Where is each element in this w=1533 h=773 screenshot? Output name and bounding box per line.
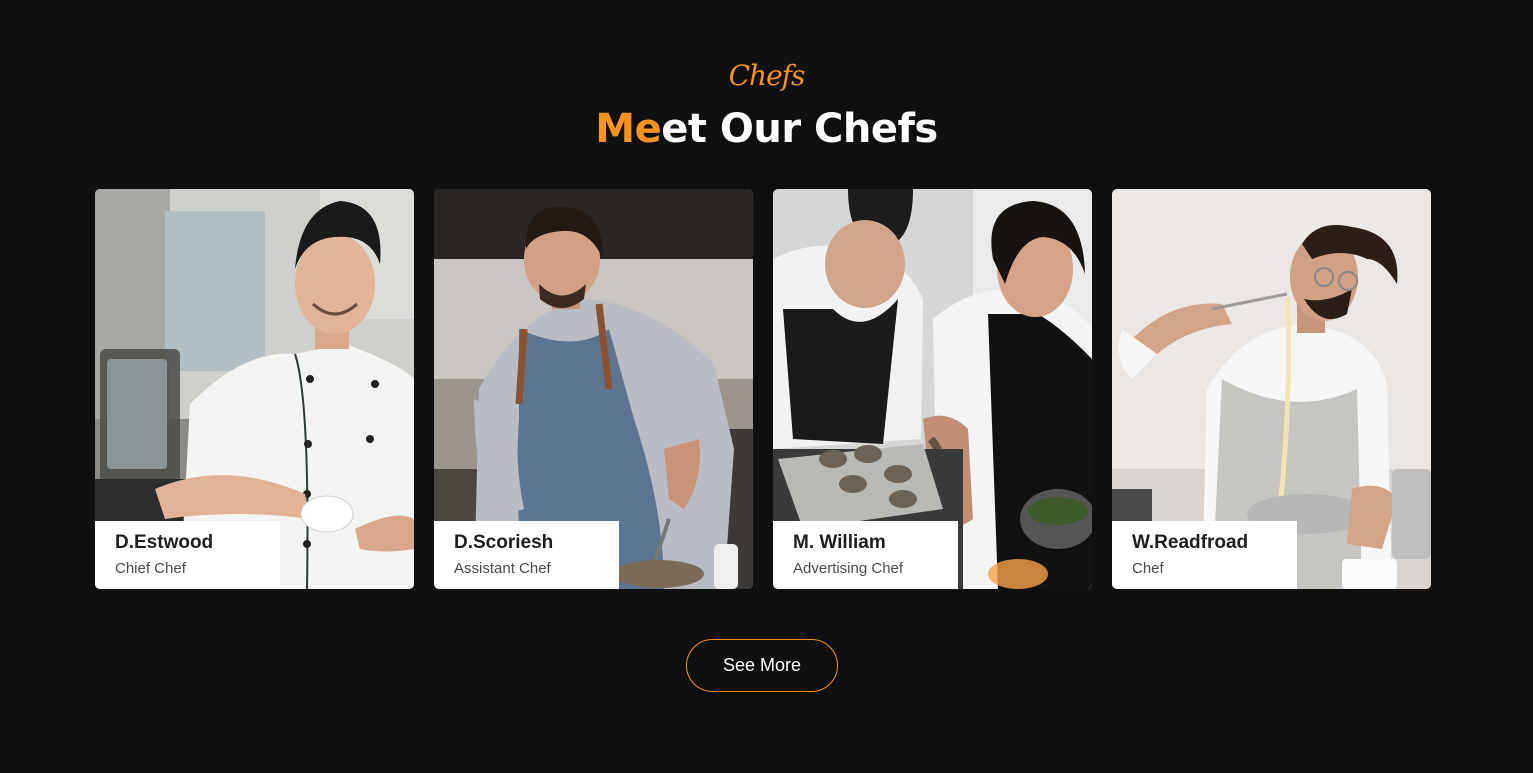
chef-nameplate: D.Scoriesh Assistant Chef — [434, 521, 619, 589]
chef-card[interactable]: D.Estwood Chief Chef — [95, 189, 414, 589]
chef-nameplate: D.Estwood Chief Chef — [95, 521, 280, 589]
chef-card-list: D.Estwood Chief Chef D.Scoriesh Assistan… — [95, 189, 1431, 589]
section-eyebrow: Chefs — [728, 59, 806, 92]
chef-role: Advertising Chef — [793, 560, 904, 577]
section-title: Meet Our Chefs — [0, 102, 1533, 156]
chef-card[interactable]: D.Scoriesh Assistant Chef — [434, 189, 753, 589]
chef-card[interactable]: W.Readfroad Chef — [1112, 189, 1431, 589]
chef-role: Chef — [1132, 560, 1164, 577]
chef-name: M. William — [793, 532, 886, 553]
chefs-section: Chefs Meet Our Chefs D.Estwood Chief Che… — [0, 0, 1533, 773]
chef-nameplate: W.Readfroad Chef — [1112, 521, 1297, 589]
see-more-button[interactable]: See More — [686, 639, 838, 692]
chef-name: D.Estwood — [115, 532, 214, 553]
section-title-accent: Me — [595, 106, 662, 152]
section-title-rest: et Our Chefs — [661, 106, 938, 152]
chef-card[interactable]: M. William Advertising Chef — [773, 189, 1092, 589]
chef-role: Assistant Chef — [454, 560, 551, 577]
chef-role: Chief Chef — [115, 560, 186, 577]
chef-name: D.Scoriesh — [454, 532, 554, 553]
chef-name: W.Readfroad — [1132, 532, 1249, 553]
chef-nameplate: M. William Advertising Chef — [773, 521, 958, 589]
